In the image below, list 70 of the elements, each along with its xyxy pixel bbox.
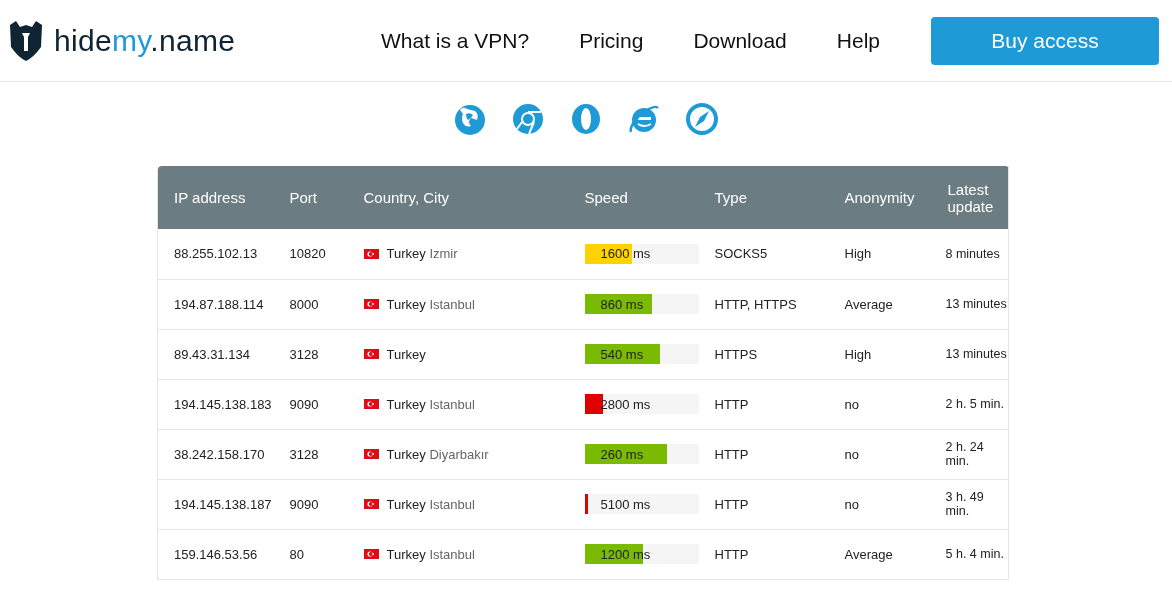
proxy-type: SOCKS5: [714, 246, 768, 262]
column-header: IP address: [157, 166, 274, 229]
column-header: Anonymity: [828, 166, 932, 229]
country-city: Turkey Diyarbakır: [386, 446, 489, 462]
proxy-type: HTTP, HTTPS: [714, 296, 797, 312]
ip-address: 194.145.138.187: [174, 496, 272, 512]
flag-icon: [363, 399, 379, 409]
proxy-type: HTTP: [714, 496, 749, 512]
anonymity: Average: [844, 296, 893, 312]
latest-update: 13 minutes: [945, 347, 1007, 361]
country-city: Turkey Istanbul: [386, 296, 475, 312]
nav-link[interactable]: Pricing: [579, 28, 644, 53]
proxy-type: HTTPS: [714, 346, 758, 362]
speed-value: 540 ms: [599, 346, 644, 362]
proxy-type: HTTP: [714, 546, 749, 562]
nav-link[interactable]: Help: [836, 28, 880, 53]
speed-value: 5100 ms: [599, 496, 651, 512]
flag-icon: [363, 449, 379, 459]
proxy-type: HTTP: [714, 446, 749, 462]
flag-icon: [363, 499, 379, 509]
country-city: Turkey Istanbul: [386, 396, 475, 412]
port: 3128: [289, 446, 319, 462]
latest-update: 2 h. 5 min.: [945, 397, 1004, 411]
port: 3128: [289, 346, 319, 362]
country-city: Turkey: [386, 346, 426, 362]
latest-update: 2 h. 24 min.: [945, 440, 984, 468]
anonymity: no: [844, 496, 859, 512]
flag-icon: [363, 349, 379, 359]
latest-update: 5 h. 4 min.: [945, 547, 1004, 561]
ip-address: 38.242.158.170: [174, 446, 265, 462]
speed-value: 860 ms: [599, 296, 644, 312]
column-header: Type: [698, 166, 829, 229]
logo-text[interactable]: hidemy.name: [54, 23, 236, 58]
aperture-icon[interactable]: [511, 102, 545, 136]
country-city: Turkey Izmir: [386, 246, 458, 262]
proxy-type: HTTP: [714, 396, 749, 412]
column-header: Port: [273, 166, 348, 229]
country-city: Turkey Istanbul: [386, 496, 475, 512]
port: 80: [289, 546, 304, 562]
nav-link[interactable]: Download: [693, 28, 787, 53]
anonymity: Average: [844, 546, 893, 562]
ip-address: 194.87.188.114: [174, 296, 264, 312]
column-header: Latest update: [931, 166, 1009, 229]
anonymity: no: [844, 446, 859, 462]
country-city: Turkey Istanbul: [386, 546, 475, 562]
column-header: Country, City: [347, 166, 569, 229]
ip-address: 159.146.53.56: [174, 546, 258, 562]
speed-value: 1600 ms: [599, 246, 651, 262]
ip-address: 194.145.138.183: [174, 396, 272, 412]
port: 8000: [289, 296, 319, 312]
latest-update: 3 h. 49 min.: [945, 490, 984, 518]
compass-icon[interactable]: [685, 102, 719, 136]
latest-update: 13 minutes: [945, 297, 1007, 311]
port: 9090: [289, 496, 319, 512]
nav-link[interactable]: What is a VPN?: [380, 28, 530, 53]
oval-ring-icon[interactable]: [569, 102, 603, 136]
flag-icon: [363, 549, 379, 559]
anonymity: no: [844, 396, 859, 412]
flag-icon: [363, 299, 379, 309]
ip-address: 88.255.102.13: [174, 246, 258, 262]
port: 10820: [289, 246, 326, 262]
anonymity: High: [844, 346, 872, 362]
ip-address: 89.43.31.134: [174, 346, 250, 362]
latest-update: 8 minutes: [945, 246, 1000, 261]
column-header: Speed: [568, 166, 699, 229]
port: 9090: [289, 396, 319, 412]
shield-logo-icon[interactable]: [8, 20, 44, 61]
flag-icon: [363, 248, 379, 259]
speed-value: 260 ms: [599, 446, 644, 462]
anonymity: High: [844, 246, 872, 262]
